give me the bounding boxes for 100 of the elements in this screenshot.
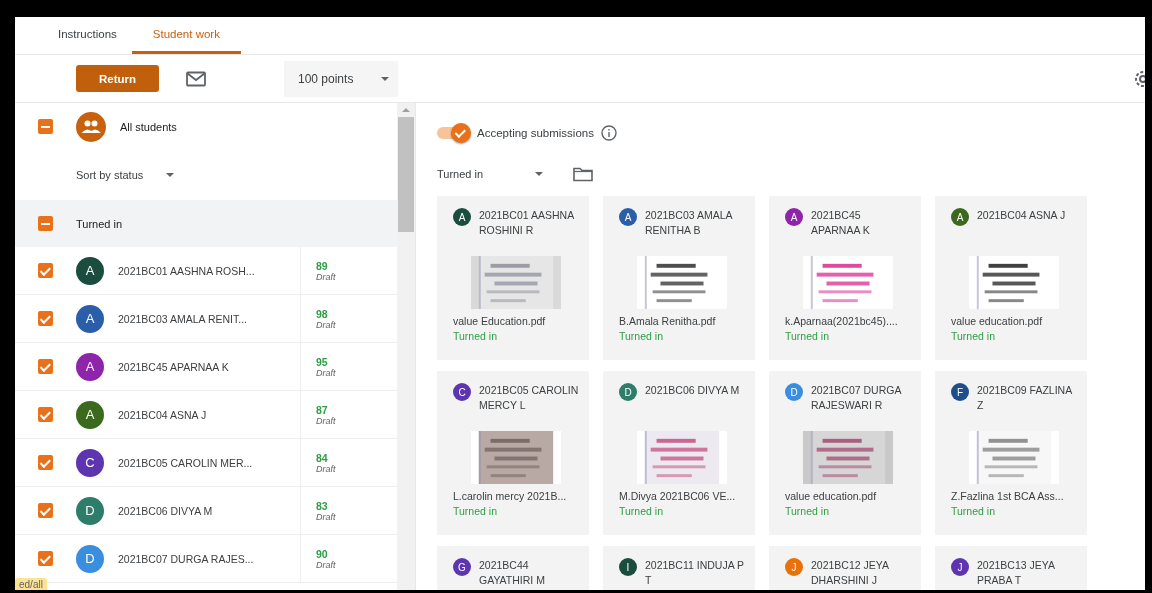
student-name: 2021BC44 GAYATHIRI M: [479, 558, 546, 588]
avatar: A: [453, 208, 471, 226]
tooltip: ed/all: [15, 578, 47, 590]
student-name: 2021BC11 INDUJA P T: [645, 558, 745, 588]
return-button[interactable]: Return: [76, 65, 159, 92]
avatar: A: [785, 208, 803, 226]
grade-status: Draft: [316, 415, 336, 426]
grade-status: Draft: [316, 271, 336, 282]
grade-status: Draft: [316, 559, 336, 570]
grade[interactable]: 90: [316, 547, 328, 560]
submission-card[interactable]: I 2021BC11 INDUJA P T: [603, 546, 755, 590]
avatar: A: [951, 208, 969, 226]
avatar: D: [785, 383, 803, 401]
grade[interactable]: 98: [316, 307, 328, 320]
file-name[interactable]: L.carolin mercy 2021B...: [453, 490, 579, 502]
checkbox[interactable]: [38, 263, 53, 278]
file-name[interactable]: k.Aparnaa(2021bc45)....: [785, 315, 911, 327]
people-icon: [76, 111, 106, 142]
checkbox[interactable]: [38, 455, 53, 470]
submission-status: Turned in: [785, 505, 830, 517]
submission-card[interactable]: G 2021BC44 GAYATHIRI M: [437, 546, 589, 590]
status-filter-dropdown[interactable]: Turned in: [437, 168, 544, 180]
submission-status: Turned in: [619, 505, 664, 517]
grade-status: Draft: [316, 367, 336, 378]
group-heading: Turned in: [76, 217, 123, 230]
settings-icon[interactable]: [1133, 68, 1145, 89]
checkbox[interactable]: [38, 311, 53, 326]
checkbox[interactable]: [38, 503, 53, 518]
avatar: F: [951, 383, 969, 401]
submission-card[interactable]: D 2021BC06 DIVYA M M.Divya 2021BC06 VE... Turned in: [603, 371, 755, 535]
submission-card[interactable]: C 2021BC05 CAROLIN MERCY L L.carolin mercy 2021B... Turned in: [437, 371, 589, 535]
student-name: 2021BC03 AMALA RENITHA B: [645, 208, 734, 238]
submission-status: Turned in: [951, 330, 996, 342]
checkbox[interactable]: [38, 551, 53, 566]
checkbox[interactable]: [38, 216, 53, 231]
tab[interactable]: Student work: [131, 17, 241, 54]
submission-status: Turned in: [785, 330, 830, 342]
submission-status: Turned in: [453, 505, 498, 517]
student-name: 2021BC06 DIVYA M: [645, 383, 740, 398]
student-name[interactable]: 2021BC01 AASHNA ROSH...: [118, 264, 255, 277]
avatar: A: [619, 208, 637, 226]
avatar: C: [453, 383, 471, 401]
grade[interactable]: 95: [316, 355, 328, 368]
avatar: J: [951, 558, 969, 576]
avatar: A: [76, 256, 104, 285]
file-name[interactable]: B.Amala Renitha.pdf: [619, 315, 745, 327]
submission-status: Turned in: [453, 330, 498, 342]
grade[interactable]: 83: [316, 499, 328, 512]
submission-card[interactable]: D 2021BC07 DURGA RAJESWARI R value education.pdf Turned in: [769, 371, 921, 535]
checkbox[interactable]: [38, 407, 53, 422]
submission-status: Turned in: [619, 330, 664, 342]
student-name: 2021BC12 JEYA DHARSHINI J: [811, 558, 890, 588]
avatar: D: [76, 496, 104, 525]
checkbox[interactable]: [38, 119, 53, 134]
student-name[interactable]: 2021BC05 CAROLIN MER...: [118, 456, 253, 469]
submission-card[interactable]: A 2021BC45 APARNAA K k.Aparnaa(2021bc45).... Turned in: [769, 196, 921, 360]
points-dropdown[interactable]: 100 points: [284, 60, 398, 97]
student-name: 2021BC45 APARNAA K: [811, 208, 871, 238]
student-name[interactable]: 2021BC03 AMALA RENIT...: [118, 312, 247, 325]
student-name: 2021BC04 ASNA J: [977, 208, 1066, 223]
avatar: A: [76, 400, 104, 429]
info-icon[interactable]: [601, 125, 617, 141]
email-icon[interactable]: [186, 70, 206, 87]
avatar: A: [76, 304, 104, 333]
student-name: 2021BC07 DURGA RAJESWARI R: [811, 383, 903, 413]
sort-dropdown[interactable]: Sort by status: [76, 169, 175, 181]
all-students-label: All students: [120, 120, 177, 133]
file-name[interactable]: value education.pdf: [785, 490, 911, 502]
student-name: 2021BC09 FAZLINA Z: [977, 383, 1073, 413]
file-name[interactable]: value education.pdf: [951, 315, 1077, 327]
submission-card[interactable]: A 2021BC01 AASHNA ROSHINI R value Education.pdf Turned in: [437, 196, 589, 360]
submission-card[interactable]: F 2021BC09 FAZLINA Z Z.Fazlina 1st BCA Ass... Turned in: [935, 371, 1087, 535]
toggle-label: Accepting submissions: [477, 127, 594, 139]
avatar: A: [76, 352, 104, 381]
student-name: 2021BC13 JEYA PRABA T: [977, 558, 1056, 588]
student-name: 2021BC01 AASHNA ROSHINI R: [479, 208, 575, 238]
submission-card[interactable]: A 2021BC04 ASNA J value education.pdf Turned in: [935, 196, 1087, 360]
submission-card[interactable]: A 2021BC03 AMALA RENITHA B B.Amala Renitha.pdf Turned in: [603, 196, 755, 360]
avatar: C: [76, 448, 104, 477]
checkbox[interactable]: [38, 359, 53, 374]
submission-card[interactable]: J 2021BC13 JEYA PRABA T: [935, 546, 1087, 590]
submission-card[interactable]: J 2021BC12 JEYA DHARSHINI J: [769, 546, 921, 590]
student-name[interactable]: 2021BC06 DIVYA M: [118, 504, 213, 517]
student-name[interactable]: 2021BC04 ASNA J: [118, 408, 207, 421]
avatar: D: [76, 544, 104, 573]
student-name: 2021BC05 CAROLIN MERCY L: [479, 383, 579, 413]
submission-status: Turned in: [951, 505, 996, 517]
student-name[interactable]: 2021BC07 DURGA RAJES...: [118, 552, 254, 565]
tab[interactable]: Instructions: [43, 17, 132, 54]
file-name[interactable]: value Education.pdf: [453, 315, 579, 327]
folder-icon[interactable]: [573, 166, 594, 182]
grade-status: Draft: [316, 463, 336, 474]
file-name[interactable]: M.Divya 2021BC06 VE...: [619, 490, 745, 502]
student-name[interactable]: 2021BC45 APARNAA K: [118, 360, 229, 373]
avatar: I: [619, 558, 637, 576]
file-name[interactable]: Z.Fazlina 1st BCA Ass...: [951, 490, 1077, 502]
scrollbar[interactable]: [397, 103, 415, 590]
avatar: G: [453, 558, 471, 576]
grade-status: Draft: [316, 511, 336, 522]
avatar: D: [619, 383, 637, 401]
